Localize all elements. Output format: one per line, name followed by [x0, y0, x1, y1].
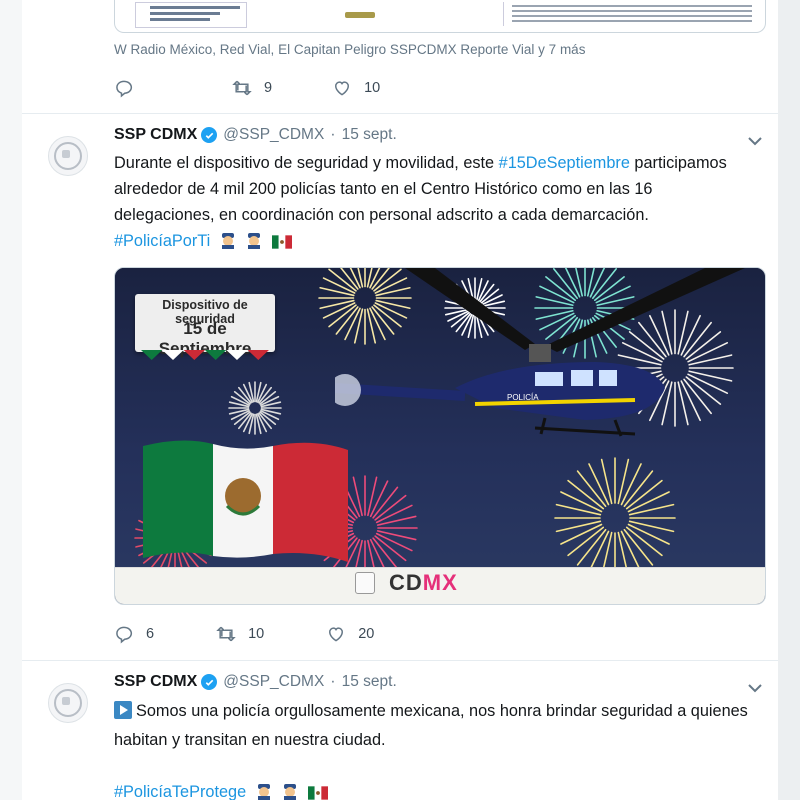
event-banner: Dispositivo de seguridad 15 de Septiembr… [135, 294, 275, 360]
chevron-down-icon[interactable] [746, 679, 764, 697]
page-left-margin [0, 0, 22, 800]
tweet-image[interactable]: Dispositivo de seguridad 15 de Septiembr… [114, 267, 766, 605]
retweet-icon [216, 626, 236, 642]
like-button[interactable]: 10 [332, 78, 380, 98]
police-officer-emoji [219, 231, 237, 257]
prev-tweet-actions: 9 10 [114, 78, 442, 98]
tweet[interactable]: SSP CDMX @SSP_CDMX · 15 sept. Durante el… [22, 114, 778, 659]
tweet-header: SSP CDMX @SSP_CDMX · 15 sept. [114, 126, 397, 144]
play-button-emoji [114, 701, 132, 727]
seal-image [345, 12, 375, 18]
retweet-button[interactable]: 10 [216, 624, 264, 644]
user-handle[interactable]: @SSP_CDMX [223, 673, 324, 691]
police-seal-icon [54, 142, 82, 170]
avatar[interactable] [48, 136, 88, 176]
retweeted-by-text[interactable]: W Radio México, Red Vial, El Capitan Pel… [114, 42, 585, 57]
verified-badge-icon [201, 674, 218, 690]
document-table-image [503, 2, 760, 26]
svg-text:POLICÍA: POLICÍA [507, 393, 539, 402]
display-name[interactable]: SSP CDMX [114, 126, 197, 144]
police-helicopter-image: POLICÍA [335, 268, 745, 437]
tweet-actions: 6 10 20 [114, 624, 436, 644]
hashtag-link[interactable]: #PolicíaPorTi [114, 232, 210, 250]
user-handle[interactable]: @SSP_CDMX [223, 126, 324, 144]
prev-tweet-media[interactable] [114, 0, 766, 33]
hashtag-link[interactable]: #15DeSeptiembre [499, 154, 630, 172]
image-footer: CDMX [115, 567, 765, 604]
timeline: W Radio México, Red Vial, El Capitan Pel… [22, 0, 778, 800]
retweet-button[interactable]: 9 [232, 78, 272, 98]
tweet-date[interactable]: 15 sept. [342, 673, 397, 691]
police-officer-emoji [255, 782, 273, 800]
cdmx-logo: CDMX [355, 570, 458, 596]
police-officer-emoji [281, 782, 299, 800]
document-image [135, 2, 247, 28]
like-button[interactable]: 20 [326, 624, 374, 644]
display-name[interactable]: SSP CDMX [114, 673, 197, 691]
reply-icon [116, 80, 133, 98]
mexican-flag-image [143, 440, 348, 562]
verified-badge-icon [201, 127, 218, 143]
mexico-flag-emoji [271, 231, 292, 257]
page-right-margin [778, 0, 800, 800]
police-seal-icon [54, 689, 82, 717]
police-officer-emoji [245, 231, 263, 257]
mexico-flag-emoji [307, 782, 328, 800]
retweet-icon [232, 80, 252, 96]
hashtag-link[interactable]: #PolicíaTeProtege [114, 783, 246, 800]
avatar[interactable] [48, 683, 88, 723]
heart-icon [335, 81, 350, 96]
tweet-text: Somos una policía orgullosamente mexican… [114, 698, 754, 800]
shield-icon [355, 572, 375, 594]
heart-icon [329, 627, 344, 642]
tweet-date[interactable]: 15 sept. [342, 126, 397, 144]
tweet-header: SSP CDMX @SSP_CDMX · 15 sept. [114, 673, 397, 691]
chevron-down-icon[interactable] [746, 132, 764, 150]
tweet-text: Durante el dispositivo de seguridad y mo… [114, 150, 754, 257]
reply-icon [116, 626, 133, 644]
tweet[interactable]: SSP CDMX @SSP_CDMX · 15 sept. Somos una … [22, 661, 778, 800]
reply-button[interactable] [114, 78, 146, 98]
reply-button[interactable]: 6 [114, 624, 154, 644]
